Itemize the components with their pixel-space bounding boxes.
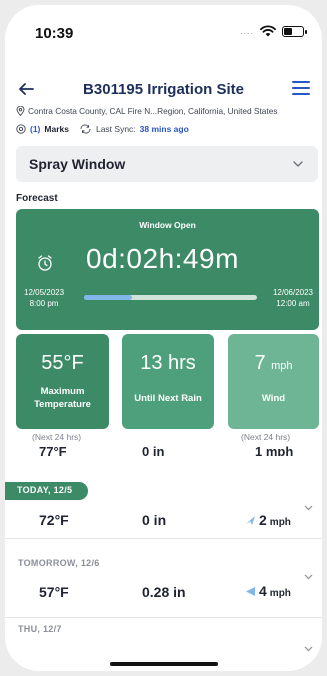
- page-title: B301195 Irrigation Site: [83, 81, 244, 98]
- location-text: Contra Costa County, CAL Fire N...Region…: [28, 106, 278, 116]
- wind-label: Wind: [261, 393, 286, 404]
- target-icon: [16, 124, 26, 134]
- tomorrow-temp: 57°F: [39, 584, 69, 600]
- status-time: 10:39: [35, 25, 74, 42]
- app-header: B301195 Irrigation Site: [5, 75, 322, 105]
- divider: [5, 538, 322, 539]
- status-icons: ....: [239, 25, 307, 37]
- chevron-down-icon[interactable]: [303, 643, 314, 654]
- home-indicator[interactable]: [110, 662, 218, 666]
- day-label-thu: THU, 12/7: [18, 624, 62, 634]
- spray-window-card: Window Open 0d:02h:49m 12/05/2023 8:00 p…: [16, 209, 319, 330]
- cutoff-rain: 0 in: [142, 444, 165, 456]
- today-wind-value: 2: [259, 512, 267, 528]
- window-progress-bar: [84, 295, 257, 300]
- next-rain-value: 13 hrs: [140, 352, 196, 374]
- wind-value-wrap: 7 mph: [228, 352, 319, 375]
- max-temperature-value: 55°F: [41, 352, 84, 374]
- tomorrow-wind-value: 4: [259, 583, 267, 599]
- mode-dropdown[interactable]: Spray Window: [16, 146, 318, 182]
- countdown-timer: 0d:02h:49m: [86, 243, 239, 274]
- max-temperature-card[interactable]: 55°F Maximum Temperature: [16, 334, 109, 429]
- battery-level: [284, 27, 292, 35]
- battery-icon: [282, 25, 307, 37]
- wind-unit: mph: [271, 360, 293, 372]
- today-rain: 0 in: [142, 512, 167, 528]
- wind-card[interactable]: 7 mph Wind: [228, 334, 319, 429]
- signal-dots-icon: ....: [239, 26, 254, 36]
- sync-label: Last Sync:: [95, 124, 136, 134]
- today-temp: 72°F: [39, 512, 69, 528]
- next-rain-card[interactable]: 13 hrs Until Next Rain: [122, 334, 214, 429]
- chevron-down-icon[interactable]: [303, 571, 314, 582]
- meta-row: (1) Marks Last Sync: 38 mins ago: [16, 124, 189, 134]
- day-row-today[interactable]: TODAY, 12/5 72°F 0 in 2 mph: [5, 482, 322, 539]
- day-row-tomorrow[interactable]: TOMORROW, 12/6 57°F 0.28 in 4 mph: [5, 551, 322, 618]
- max-temperature-label: Maximum Temperature: [16, 385, 109, 411]
- wifi-icon: [260, 25, 276, 37]
- sync-icon: [80, 124, 91, 134]
- tomorrow-wind: 4 mph: [245, 583, 291, 599]
- cutoff-temp: 77°F: [39, 444, 67, 456]
- today-wind: 2 mph: [245, 512, 291, 528]
- tomorrow-rain: 0.28 in: [142, 584, 186, 600]
- hamburger-menu-icon[interactable]: [292, 81, 310, 97]
- status-bar: 10:39 ....: [5, 5, 322, 55]
- tomorrow-wind-unit: mph: [269, 588, 291, 599]
- back-arrow-icon[interactable]: [16, 79, 36, 99]
- chevron-down-icon[interactable]: [303, 502, 314, 513]
- location-row: Contra Costa County, CAL Fire N...Region…: [16, 106, 322, 116]
- window-end: 12/06/2023 12:00 am: [273, 287, 313, 309]
- window-start-date: 12/05/2023: [24, 288, 65, 297]
- max-temperature-label-line2: Temperature: [34, 399, 91, 410]
- marks-count[interactable]: (1): [30, 124, 40, 134]
- wind-direction-icon: [246, 515, 255, 525]
- next-rain-label: Until Next Rain: [134, 393, 202, 404]
- alarm-clock-icon: [38, 255, 52, 271]
- partially-scrolled-row: 77°F 0 in 1 mph: [5, 442, 322, 456]
- forecast-heading: Forecast: [16, 193, 58, 204]
- sync-value: 38 mins ago: [139, 124, 189, 134]
- max-temperature-label-line1: Maximum: [40, 386, 85, 397]
- location-pin-icon: [16, 106, 25, 116]
- window-start-time: 8:00 pm: [29, 299, 59, 308]
- window-status: Window Open: [139, 220, 196, 230]
- phone-screen: 10:39 .... B301195 Irrigation Site Contr: [5, 5, 322, 671]
- wind-direction-icon: [246, 586, 255, 596]
- window-progress-fill: [84, 295, 133, 300]
- wind-value: 7: [254, 352, 266, 374]
- window-end-date: 12/06/2023: [272, 288, 313, 297]
- marks-link[interactable]: Marks: [44, 124, 69, 134]
- day-row-thu[interactable]: THU, 12/7: [5, 624, 322, 660]
- day-badge-today: TODAY, 12/5: [5, 482, 89, 500]
- next24-right-caption: (Next 24 hrs): [241, 432, 291, 442]
- chevron-down-icon: [293, 161, 303, 167]
- next24-left-caption: (Next 24 hrs): [32, 432, 82, 442]
- today-wind-unit: mph: [269, 517, 291, 528]
- dropdown-selected-value: Spray Window: [29, 156, 126, 172]
- window-end-time: 12:00 am: [276, 299, 310, 308]
- day-label-tomorrow: TOMORROW, 12/6: [18, 558, 100, 568]
- divider: [5, 617, 322, 618]
- cutoff-wind: 1 mph: [255, 444, 294, 456]
- window-start: 12/05/2023 8:00 pm: [24, 287, 64, 309]
